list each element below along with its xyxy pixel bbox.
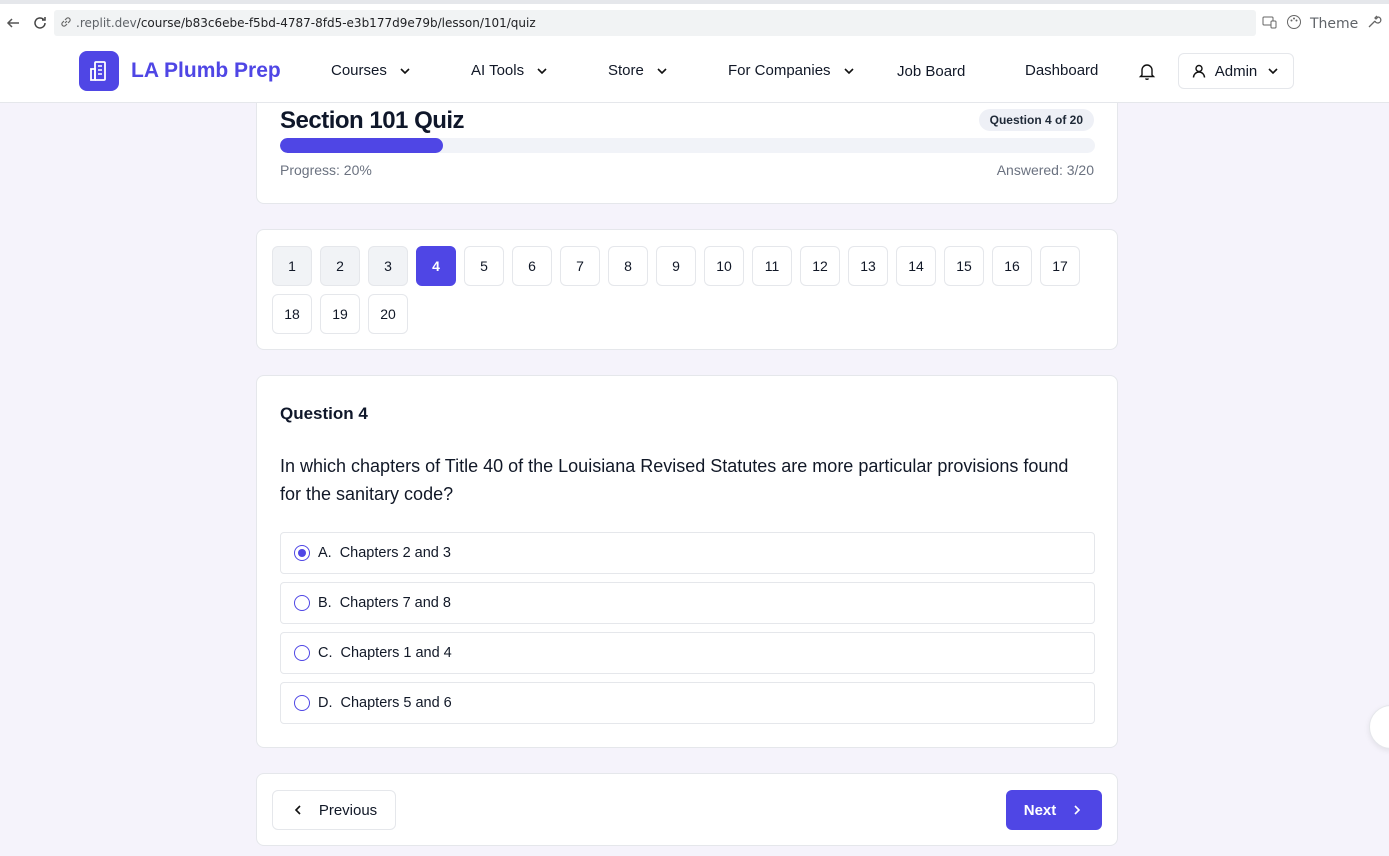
nav-ai-tools[interactable]: AI Tools — [471, 62, 550, 79]
progress-bar-fill — [280, 138, 443, 153]
question-number-button[interactable]: 16 — [992, 246, 1032, 286]
question-number-button[interactable]: 13 — [848, 246, 888, 286]
chevron-down-icon — [657, 67, 667, 74]
palette-icon[interactable] — [1286, 14, 1302, 33]
previous-button-label: Previous — [318, 801, 378, 819]
logo-text[interactable]: LA Plumb Prep — [131, 59, 281, 83]
question-number-button[interactable]: 12 — [800, 246, 840, 286]
radio-button[interactable] — [294, 645, 310, 661]
chevron-down-icon — [843, 67, 854, 74]
theme-label[interactable]: Theme — [1310, 16, 1358, 32]
radio-button[interactable] — [294, 545, 310, 561]
question-number-button[interactable]: 18 — [272, 294, 312, 334]
next-button-label: Next — [1023, 801, 1057, 819]
answer-option-b[interactable]: B. Chapters 7 and 8 — [280, 582, 1095, 624]
next-button[interactable]: Next — [1006, 790, 1102, 830]
question-number-button[interactable]: 1 — [272, 246, 312, 286]
answered-count: Answered: 3/20 — [996, 162, 1094, 178]
quiz-title: Section 101 Quiz — [280, 107, 465, 134]
chevron-down-icon — [537, 67, 547, 74]
site-header: LA Plumb Prep Courses AI Tools Store For… — [0, 40, 1389, 103]
question-number-button[interactable]: 7 — [560, 246, 600, 286]
bell-icon[interactable] — [1137, 61, 1157, 81]
answer-option-c[interactable]: C. Chapters 1 and 4 — [280, 632, 1095, 674]
nav-store-label: Store — [608, 62, 644, 79]
reload-icon[interactable] — [29, 12, 51, 34]
nav-for-companies[interactable]: For Companies — [728, 62, 857, 79]
link-icon — [60, 16, 72, 31]
progress-label: Progress: 20% — [280, 162, 372, 178]
previous-button[interactable]: Previous — [272, 790, 396, 830]
radio-button[interactable] — [294, 595, 310, 611]
address-bar[interactable]: .replit.dev/course/b83c6ebe-f5bd-4787-8f… — [54, 10, 1256, 36]
question-number-button[interactable]: 9 — [656, 246, 696, 286]
browser-toolbar: .replit.dev/course/b83c6ebe-f5bd-4787-8f… — [0, 0, 1389, 40]
floating-action-button[interactable] — [1369, 705, 1389, 749]
question-number-button[interactable]: 6 — [512, 246, 552, 286]
chevron-down-icon — [1268, 68, 1278, 75]
option-letter: B. — [318, 595, 332, 611]
chevron-left-icon — [294, 805, 301, 815]
url-host: .replit.dev — [76, 16, 137, 30]
question-label: Question 4 — [280, 404, 368, 423]
user-menu-label: Admin — [1214, 62, 1258, 80]
nav-dashboard[interactable]: Dashboard — [1025, 62, 1098, 79]
question-number-button[interactable]: 5 — [464, 246, 504, 286]
option-text: Chapters 5 and 6 — [340, 695, 452, 711]
option-letter: A. — [318, 545, 332, 561]
nav-job-board-label: Job Board — [897, 63, 966, 80]
quiz-navigation-card: Previous Next — [256, 773, 1118, 846]
user-icon — [1192, 64, 1205, 78]
option-text: Chapters 2 and 3 — [339, 545, 451, 561]
question-number-grid: 1 2 3 4 5 6 7 8 9 10 11 12 13 14 15 16 17 18 19 20 — [272, 246, 1102, 334]
user-menu-button[interactable]: Admin — [1178, 53, 1294, 89]
question-number-button[interactable]: 3 — [368, 246, 408, 286]
option-letter: D. — [318, 695, 333, 711]
browser-right-controls: Theme — [1262, 14, 1382, 33]
url-path: /course/b83c6ebe-f5bd-4787-8fd5-e3b177d9… — [136, 16, 536, 30]
answer-option-d[interactable]: D. Chapters 5 and 6 — [280, 682, 1095, 724]
question-card: Question 4 In which chapters of Title 40… — [256, 375, 1118, 748]
answer-option-a[interactable]: A. Chapters 2 and 3 — [280, 532, 1095, 574]
question-number-button[interactable]: 15 — [944, 246, 984, 286]
question-number-button[interactable]: 8 — [608, 246, 648, 286]
nav-job-board[interactable]: Job Board — [897, 63, 965, 80]
question-count-badge: Question 4 of 20 — [978, 109, 1094, 131]
question-number-button[interactable]: 20 — [368, 294, 408, 334]
logo-icon[interactable] — [79, 51, 119, 91]
progress-bar — [280, 138, 1095, 153]
question-number-button[interactable]: 14 — [896, 246, 936, 286]
question-navigator-card: 1 2 3 4 5 6 7 8 9 10 11 12 13 14 15 16 17 18 19 20 — [256, 229, 1118, 350]
question-text: In which chapters of Title 40 of the Lou… — [280, 456, 1069, 504]
nav-courses[interactable]: Courses — [331, 62, 413, 79]
question-number-button[interactable]: 4 — [416, 246, 456, 286]
nav-for-companies-label: For Companies — [728, 62, 831, 79]
question-number-button[interactable]: 17 — [1040, 246, 1080, 286]
devices-icon[interactable] — [1262, 14, 1278, 33]
option-text: Chapters 7 and 8 — [339, 595, 451, 611]
chevron-right-icon — [1074, 805, 1081, 815]
nav-courses-label: Courses — [331, 62, 387, 79]
question-number-button[interactable]: 2 — [320, 246, 360, 286]
option-letter: C. — [318, 645, 333, 661]
question-number-button[interactable]: 19 — [320, 294, 360, 334]
radio-button[interactable] — [294, 695, 310, 711]
back-arrow-icon[interactable] — [2, 12, 24, 34]
wrench-icon[interactable] — [1366, 14, 1382, 33]
chevron-down-icon — [400, 67, 410, 74]
nav-dashboard-label: Dashboard — [1025, 62, 1099, 79]
nav-store[interactable]: Store — [608, 62, 670, 79]
question-number-button[interactable]: 10 — [704, 246, 744, 286]
nav-ai-tools-label: AI Tools — [471, 62, 525, 79]
question-number-button[interactable]: 11 — [752, 246, 792, 286]
quiz-header-card: Section 101 Quiz Question 4 of 20 Progre… — [256, 103, 1118, 204]
option-text: Chapters 1 and 4 — [340, 645, 452, 661]
